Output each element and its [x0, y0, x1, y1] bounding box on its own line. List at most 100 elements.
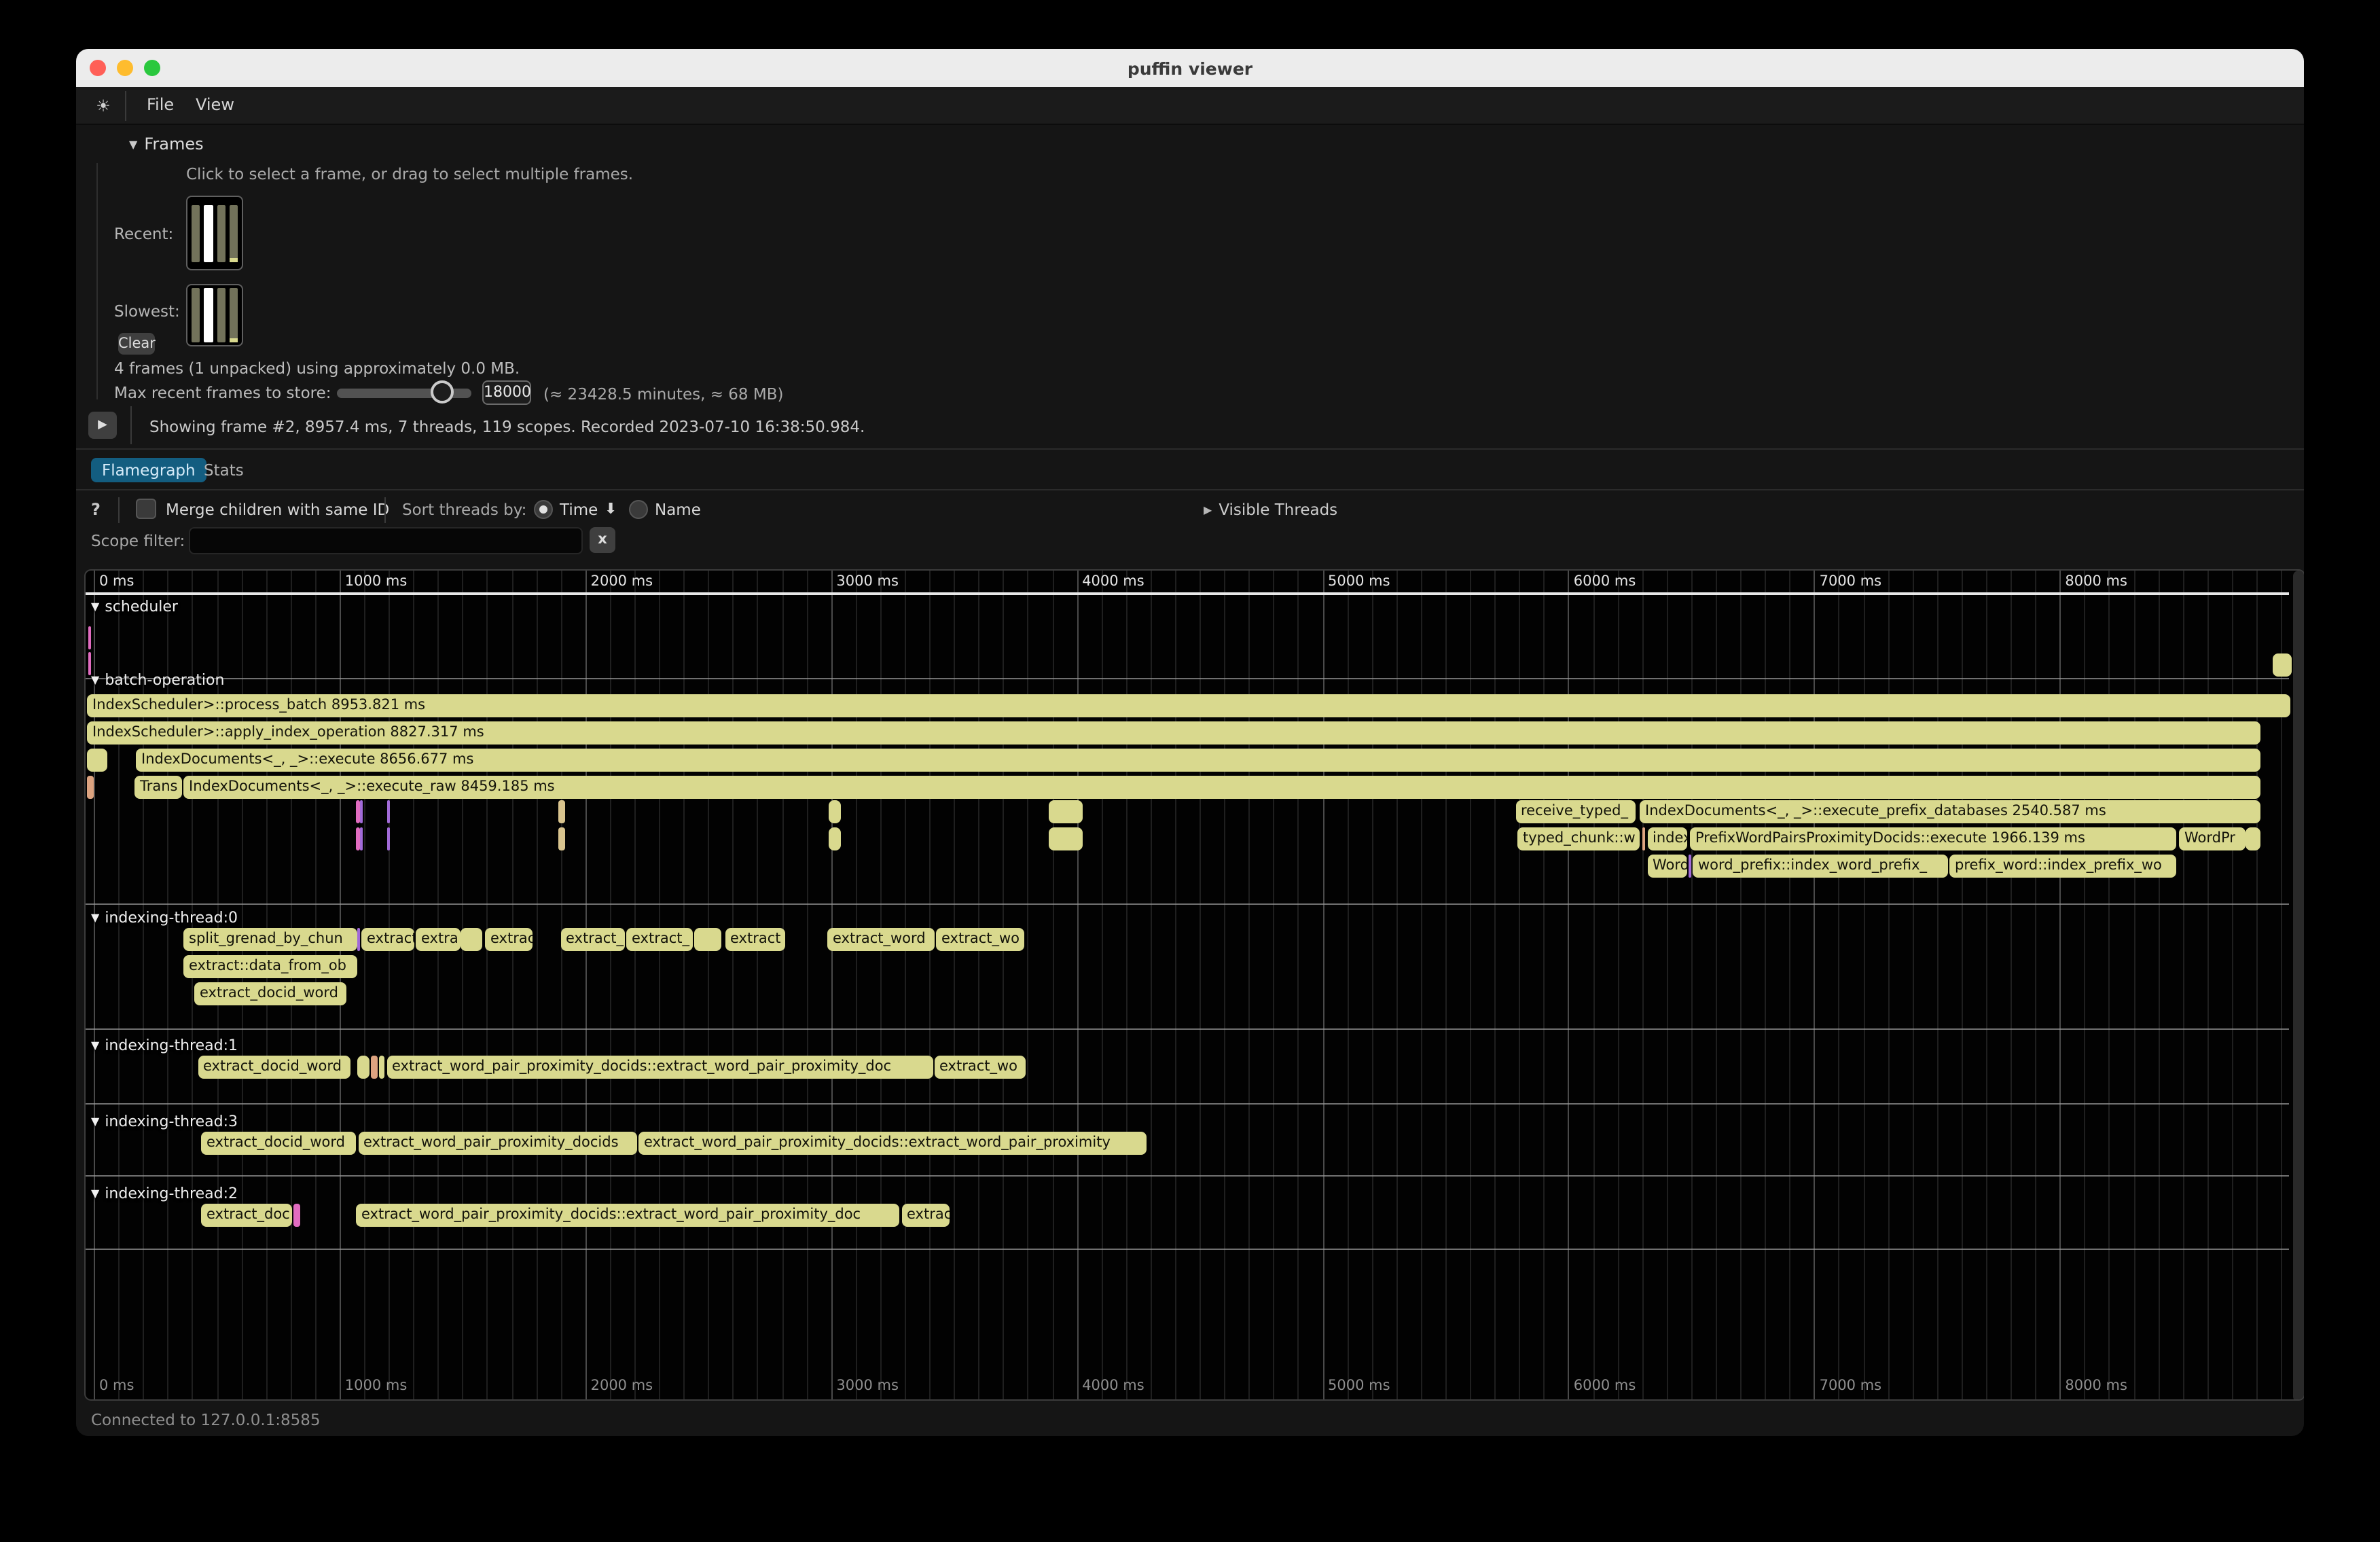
- recent-frame-thumbnail[interactable]: [186, 196, 243, 270]
- max-frames-slider-knob[interactable]: [431, 380, 454, 404]
- thread-header-indexing-thread:0[interactable]: ▼indexing-thread:0: [91, 909, 238, 927]
- scope-bar[interactable]: prefix_word::index_prefix_wo: [1949, 855, 2176, 878]
- scope-bar[interactable]: index: [1647, 827, 1687, 850]
- scope-bar-unlabeled[interactable]: [2246, 827, 2260, 850]
- scope-bar[interactable]: extract: [361, 928, 414, 951]
- thread-header-indexing-thread:2[interactable]: ▼indexing-thread:2: [91, 1185, 238, 1202]
- scope-bar-unlabeled[interactable]: [693, 928, 721, 951]
- max-frames-value[interactable]: 18000: [482, 380, 531, 405]
- flamegraph-scrollbar[interactable]: [2293, 571, 2304, 1401]
- scope-bar-unlabeled[interactable]: [828, 827, 840, 850]
- scope-filter-clear-button[interactable]: x: [590, 527, 615, 553]
- menu-item-file[interactable]: File: [147, 95, 174, 114]
- tab-flamegraph[interactable]: Flamegraph: [91, 458, 206, 482]
- thread-header-batch-operation[interactable]: ▼batch-operation: [91, 671, 224, 689]
- thread-header-indexing-thread:1[interactable]: ▼indexing-thread:1: [91, 1037, 238, 1054]
- scope-bar[interactable]: extract_word_pair_proximity_docids: [358, 1132, 636, 1155]
- scope-bar[interactable]: extract_wo: [934, 1056, 1026, 1079]
- scope-bar-unlabeled[interactable]: [87, 749, 107, 772]
- scope-bar[interactable]: IndexScheduler>::process_batch 8953.821 …: [87, 694, 2290, 717]
- scope-bar[interactable]: IndexDocuments<_, _>::execute_raw 8459.1…: [183, 776, 2260, 799]
- axis-tick-label: 6000 ms: [1574, 1378, 1636, 1394]
- scope-bar[interactable]: IndexDocuments<_, _>::execute 8656.677 m…: [136, 749, 2260, 772]
- scope-bar-unlabeled[interactable]: [357, 928, 360, 951]
- scope-bar[interactable]: extract_word_pair_proximity_docids::extr…: [356, 1204, 899, 1227]
- menu-item-view[interactable]: View: [196, 95, 234, 114]
- scope-bar[interactable]: typed_chunk::w: [1517, 827, 1640, 850]
- scope-bar[interactable]: extrac: [485, 928, 532, 951]
- scope-bar[interactable]: extract_doc: [201, 1204, 292, 1227]
- scope-bar-unlabeled[interactable]: [386, 827, 389, 850]
- merge-children-checkbox[interactable]: [136, 499, 156, 519]
- play-button[interactable]: ▶: [88, 412, 117, 439]
- scope-bar[interactable]: extract_: [626, 928, 692, 951]
- scope-bar[interactable]: Word: [1647, 855, 1687, 878]
- scope-bar-unlabeled[interactable]: [558, 827, 565, 850]
- help-button[interactable]: ?: [91, 500, 101, 519]
- thread-header-indexing-thread:3[interactable]: ▼indexing-thread:3: [91, 1113, 238, 1130]
- sort-name-radio[interactable]: [629, 500, 648, 519]
- scope-bar-unlabeled[interactable]: [1049, 827, 1083, 850]
- thread-name: indexing-thread:1: [105, 1037, 238, 1054]
- scope-bar[interactable]: Trans: [134, 776, 182, 799]
- scope-bar[interactable]: WordPr: [2179, 827, 2245, 850]
- scope-bar-unlabeled[interactable]: [378, 1056, 384, 1079]
- frames-section-header[interactable]: ▼Frames: [129, 135, 204, 154]
- frame-thumbnail-stripe: [192, 205, 200, 262]
- scope-bar[interactable]: extract: [725, 928, 785, 951]
- collapse-arrow-icon: ▼: [129, 139, 137, 151]
- scope-bar-unlabeled[interactable]: [356, 800, 359, 823]
- scope-bar[interactable]: PrefixWordPairsProximityDocids::execute …: [1690, 827, 2176, 850]
- scope-bar-unlabeled[interactable]: [293, 1204, 300, 1227]
- scope-bar[interactable]: extract_wo: [936, 928, 1024, 951]
- scope-bar[interactable]: extract_docid_word: [194, 982, 346, 1005]
- theme-toggle-icon[interactable]: ☀: [90, 94, 117, 118]
- axis-tick-label: 2000 ms: [591, 1378, 653, 1394]
- clear-button[interactable]: Clear: [118, 333, 155, 355]
- scope-bar-unlabeled[interactable]: [461, 928, 482, 951]
- scope-bar[interactable]: extract_word: [827, 928, 934, 951]
- thread-header-scheduler[interactable]: ▼scheduler: [91, 598, 178, 615]
- scope-bar-unlabeled[interactable]: [359, 827, 363, 850]
- sort-name-label[interactable]: Name: [655, 500, 701, 519]
- scope-bar[interactable]: extrac: [901, 1204, 950, 1227]
- sort-time-radio[interactable]: [534, 500, 553, 519]
- scope-bar[interactable]: split_grenad_by_chun: [183, 928, 357, 951]
- title-bar: puffin viewer: [76, 49, 2304, 87]
- scope-bar[interactable]: IndexScheduler>::apply_index_operation 8…: [87, 721, 2260, 745]
- flamegraph-canvas[interactable]: 0 ms0 ms1000 ms1000 ms2000 ms2000 ms3000…: [84, 569, 2304, 1401]
- scope-bar-unlabeled[interactable]: [1642, 827, 1645, 850]
- scope-bar-unlabeled[interactable]: [558, 800, 565, 823]
- scope-bar[interactable]: extract_word_pair_proximity_docids::extr…: [386, 1056, 933, 1079]
- scope-bar[interactable]: extra: [416, 928, 460, 951]
- visible-threads-header[interactable]: ▶Visible Threads: [1204, 500, 1337, 519]
- axis-tick-label: 3000 ms: [836, 573, 899, 590]
- scope-bar[interactable]: extract_docid_word: [201, 1132, 356, 1155]
- scope-bar-unlabeled[interactable]: [370, 1056, 377, 1079]
- scope-bar[interactable]: extract_docid_word: [198, 1056, 350, 1079]
- scope-bar[interactable]: extract::data_from_ob: [183, 955, 357, 978]
- scope-bar[interactable]: word_prefix::index_word_prefix_: [1693, 855, 1947, 878]
- collapse-arrow-icon: ▼: [91, 1187, 99, 1200]
- scope-bar-unlabeled[interactable]: [828, 800, 840, 823]
- scope-bar-unlabeled[interactable]: [1049, 800, 1083, 823]
- scope-bar-unlabeled[interactable]: [356, 827, 359, 850]
- sort-direction-icon[interactable]: ⬇: [605, 500, 617, 518]
- scope-bar[interactable]: IndexDocuments<_, _>::execute_prefix_dat…: [1640, 800, 2260, 823]
- scope-filter-input[interactable]: [189, 527, 583, 554]
- scope-bar-unlabeled[interactable]: [2273, 653, 2292, 677]
- scope-bar-unlabeled[interactable]: [88, 626, 91, 649]
- scope-bar-unlabeled[interactable]: [386, 800, 389, 823]
- frame-thumbnail-stripe: [230, 288, 238, 342]
- scope-bar[interactable]: extract_: [560, 928, 624, 951]
- scope-bar-unlabeled[interactable]: [357, 1056, 369, 1079]
- slowest-frame-thumbnail[interactable]: [186, 284, 243, 346]
- scope-bar[interactable]: extract_word_pair_proximity_docids::extr…: [638, 1132, 1146, 1155]
- section-separator: [86, 1249, 2289, 1250]
- tab-stats[interactable]: Stats: [204, 458, 244, 482]
- scope-bar[interactable]: receive_typed_: [1515, 800, 1636, 823]
- scope-bar-unlabeled[interactable]: [1688, 855, 1691, 878]
- scope-bar-unlabeled[interactable]: [359, 800, 363, 823]
- scope-bar-unlabeled[interactable]: [87, 776, 94, 799]
- sort-time-label[interactable]: Time: [560, 500, 598, 519]
